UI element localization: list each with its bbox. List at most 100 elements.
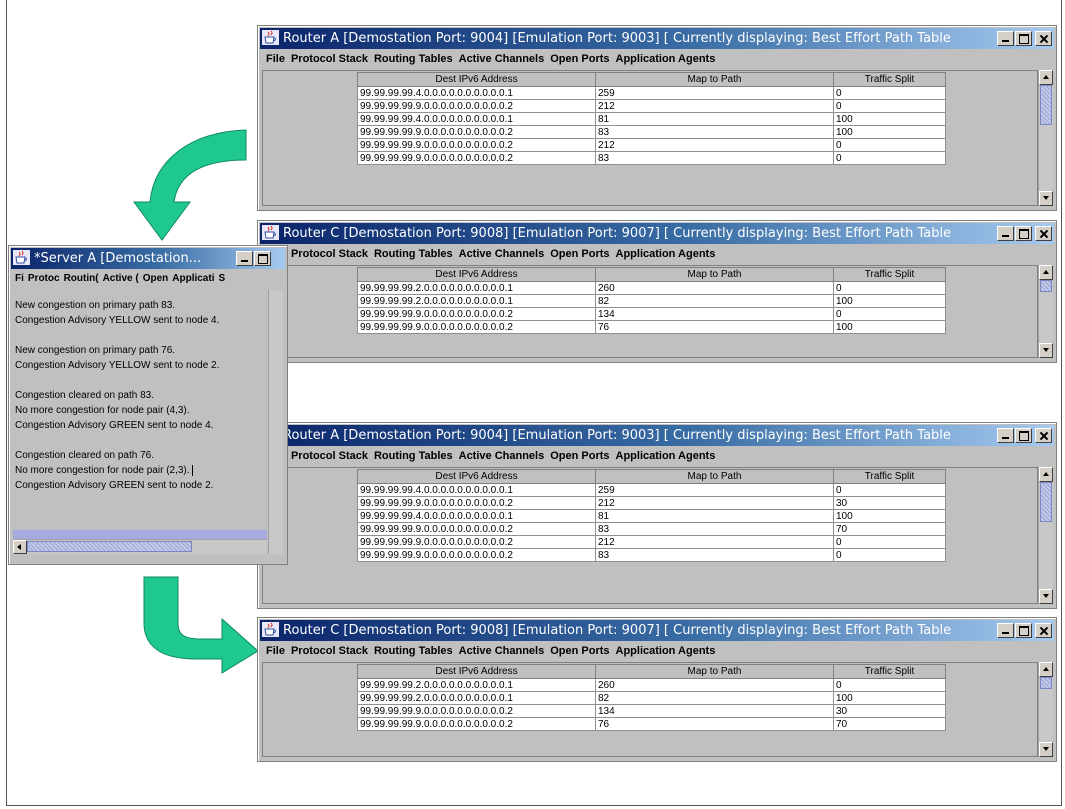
vertical-scrollbar[interactable] [1038, 467, 1053, 604]
column-header-split[interactable]: Traffic Split [833, 664, 946, 679]
path-cell[interactable]: 259 [595, 483, 834, 497]
scroll-up-arrow[interactable] [1039, 70, 1053, 85]
traffic-split-cell[interactable]: 0 [833, 281, 946, 295]
traffic-split-cell[interactable]: 100 [833, 294, 946, 308]
column-header-dest[interactable]: Dest IPv6 Address [357, 72, 596, 87]
close-button[interactable] [1035, 623, 1052, 638]
dest-address-cell[interactable]: 99.99.99.99.9.0.0.0.0.0.0.0.0.0.0.2 [357, 307, 596, 321]
table-row[interactable]: 99.99.99.99.4.0.0.0.0.0.0.0.0.0.0.1 259 0 [357, 483, 946, 497]
path-cell[interactable]: 76 [595, 717, 834, 731]
table-row[interactable]: 99.99.99.99.4.0.0.0.0.0.0.0.0.0.0.1 259 0 [357, 86, 946, 100]
scroll-left-arrow[interactable] [13, 540, 27, 554]
table-row[interactable]: 99.99.99.99.9.0.0.0.0.0.0.0.0.0.0.2 212 0 [357, 535, 946, 549]
traffic-split-cell[interactable]: 0 [833, 86, 946, 100]
path-cell[interactable]: 83 [595, 125, 834, 139]
scroll-up-arrow[interactable] [1039, 265, 1053, 280]
menu-routing-tables[interactable]: Routing Tables [374, 53, 453, 65]
router-window-4[interactable]: Router C [Demostation Port: 9008] [Emula… [257, 617, 1057, 762]
menu-open-ports[interactable]: Open Ports [550, 53, 609, 65]
traffic-split-cell[interactable]: 100 [833, 320, 946, 334]
router-window-1[interactable]: Router A [Demostation Port: 9004] [Emula… [257, 25, 1057, 211]
table-row[interactable]: 99.99.99.99.2.0.0.0.0.0.0.0.0.0.0.1 82 100 [357, 294, 946, 308]
scroll-thumb[interactable] [1040, 85, 1052, 125]
path-cell[interactable]: 259 [595, 86, 834, 100]
minimize-button[interactable] [997, 428, 1014, 443]
path-cell[interactable]: 212 [595, 99, 834, 113]
menu-active-channels[interactable]: Active Channels [459, 53, 545, 65]
menu-application-agents[interactable]: Application Agents [616, 248, 716, 260]
server-window[interactable]: *Server A [Demostation... Fi Protoc Routin… [8, 245, 288, 565]
menu-application-agents[interactable]: Application Agents [616, 645, 716, 657]
traffic-split-cell[interactable]: 0 [833, 548, 946, 562]
table-row[interactable]: 99.99.99.99.9.0.0.0.0.0.0.0.0.0.0.2 212 0 [357, 138, 946, 152]
table-row[interactable]: 99.99.99.99.9.0.0.0.0.0.0.0.0.0.0.2 76 100 [357, 320, 946, 334]
dest-address-cell[interactable]: 99.99.99.99.4.0.0.0.0.0.0.0.0.0.0.1 [357, 509, 596, 523]
dest-address-cell[interactable]: 99.99.99.99.4.0.0.0.0.0.0.0.0.0.0.1 [357, 483, 596, 497]
path-cell[interactable]: 212 [595, 496, 834, 510]
table-row[interactable]: 99.99.99.99.9.0.0.0.0.0.0.0.0.0.0.2 134 0 [357, 307, 946, 321]
menu-file[interactable]: File [266, 645, 285, 657]
path-cell[interactable]: 260 [595, 678, 834, 692]
minimize-button[interactable] [997, 226, 1014, 241]
table-row[interactable]: 99.99.99.99.9.0.0.0.0.0.0.0.0.0.0.2 76 70 [357, 717, 946, 731]
maximize-button[interactable] [254, 251, 271, 266]
maximize-button[interactable] [1015, 428, 1032, 443]
menu-open-ports[interactable]: Open Ports [550, 248, 609, 260]
dest-address-cell[interactable]: 99.99.99.99.9.0.0.0.0.0.0.0.0.0.0.2 [357, 548, 596, 562]
column-header-path[interactable]: Map to Path [595, 664, 834, 679]
traffic-split-cell[interactable]: 30 [833, 704, 946, 718]
table-row[interactable]: 99.99.99.99.9.0.0.0.0.0.0.0.0.0.0.2 83 100 [357, 125, 946, 139]
table-row[interactable]: 99.99.99.99.9.0.0.0.0.0.0.0.0.0.0.2 83 0 [357, 151, 946, 165]
dest-address-cell[interactable]: 99.99.99.99.2.0.0.0.0.0.0.0.0.0.0.1 [357, 691, 596, 705]
traffic-split-cell[interactable]: 0 [833, 535, 946, 549]
title-bar[interactable]: Router A [Demostation Port: 9004] [Emula… [260, 425, 1054, 446]
menu-open-ports[interactable]: Open Ports [550, 450, 609, 462]
maximize-button[interactable] [1015, 226, 1032, 241]
path-cell[interactable]: 82 [595, 294, 834, 308]
table-row[interactable]: 99.99.99.99.9.0.0.0.0.0.0.0.0.0.0.2 83 70 [357, 522, 946, 536]
menu-routing-tables[interactable]: Routing Tables [374, 450, 453, 462]
menu-active-channels[interactable]: Active Channels [459, 645, 545, 657]
column-header-dest[interactable]: Dest IPv6 Address [357, 267, 596, 282]
dest-address-cell[interactable]: 99.99.99.99.9.0.0.0.0.0.0.0.0.0.0.2 [357, 99, 596, 113]
traffic-split-cell[interactable]: 100 [833, 112, 946, 126]
table-row[interactable]: 99.99.99.99.9.0.0.0.0.0.0.0.0.0.0.2 134 30 [357, 704, 946, 718]
close-button[interactable] [1035, 428, 1052, 443]
close-button[interactable] [1035, 226, 1052, 241]
dest-address-cell[interactable]: 99.99.99.99.2.0.0.0.0.0.0.0.0.0.0.1 [357, 678, 596, 692]
title-bar[interactable]: Router C [Demostation Port: 9008] [Emula… [260, 620, 1054, 641]
menu-application-agents[interactable]: Application Agents [616, 53, 716, 65]
scroll-thumb[interactable] [1040, 482, 1052, 522]
column-header-split[interactable]: Traffic Split [833, 72, 946, 87]
path-cell[interactable]: 76 [595, 320, 834, 334]
traffic-split-cell[interactable]: 70 [833, 522, 946, 536]
column-header-dest[interactable]: Dest IPv6 Address [357, 469, 596, 484]
dest-address-cell[interactable]: 99.99.99.99.9.0.0.0.0.0.0.0.0.0.0.2 [357, 151, 596, 165]
minimize-button[interactable] [997, 31, 1014, 46]
column-header-split[interactable]: Traffic Split [833, 469, 946, 484]
dest-address-cell[interactable]: 99.99.99.99.9.0.0.0.0.0.0.0.0.0.0.2 [357, 320, 596, 334]
vertical-scrollbar[interactable] [1038, 662, 1053, 757]
close-button[interactable] [1035, 31, 1052, 46]
menu-protocol-stack[interactable]: Protocol Stack [291, 450, 368, 462]
maximize-button[interactable] [1015, 31, 1032, 46]
path-cell[interactable]: 83 [595, 522, 834, 536]
menu-active-channels[interactable]: Active Channels [459, 450, 545, 462]
column-header-path[interactable]: Map to Path [595, 72, 834, 87]
dest-address-cell[interactable]: 99.99.99.99.9.0.0.0.0.0.0.0.0.0.0.2 [357, 717, 596, 731]
menu-routing-tables[interactable]: Routing Tables [374, 645, 453, 657]
menu-application-agents[interactable]: Applicati [172, 273, 214, 284]
table-row[interactable]: 99.99.99.99.2.0.0.0.0.0.0.0.0.0.0.1 260 0 [357, 678, 946, 692]
dest-address-cell[interactable]: 99.99.99.99.4.0.0.0.0.0.0.0.0.0.0.1 [357, 112, 596, 126]
router-window-3[interactable]: Router A [Demostation Port: 9004] [Emula… [257, 422, 1057, 609]
dest-address-cell[interactable]: 99.99.99.99.9.0.0.0.0.0.0.0.0.0.0.2 [357, 704, 596, 718]
scroll-down-arrow[interactable] [1039, 191, 1053, 206]
menu-routing-tables[interactable]: Routing Tables [374, 248, 453, 260]
menu-file[interactable]: File [266, 53, 285, 65]
scroll-thumb[interactable] [27, 541, 192, 552]
vertical-scrollbar[interactable] [268, 290, 283, 554]
path-cell[interactable]: 82 [595, 691, 834, 705]
path-cell[interactable]: 81 [595, 112, 834, 126]
dest-address-cell[interactable]: 99.99.99.99.9.0.0.0.0.0.0.0.0.0.0.2 [357, 535, 596, 549]
scroll-thumb[interactable] [1040, 280, 1052, 292]
